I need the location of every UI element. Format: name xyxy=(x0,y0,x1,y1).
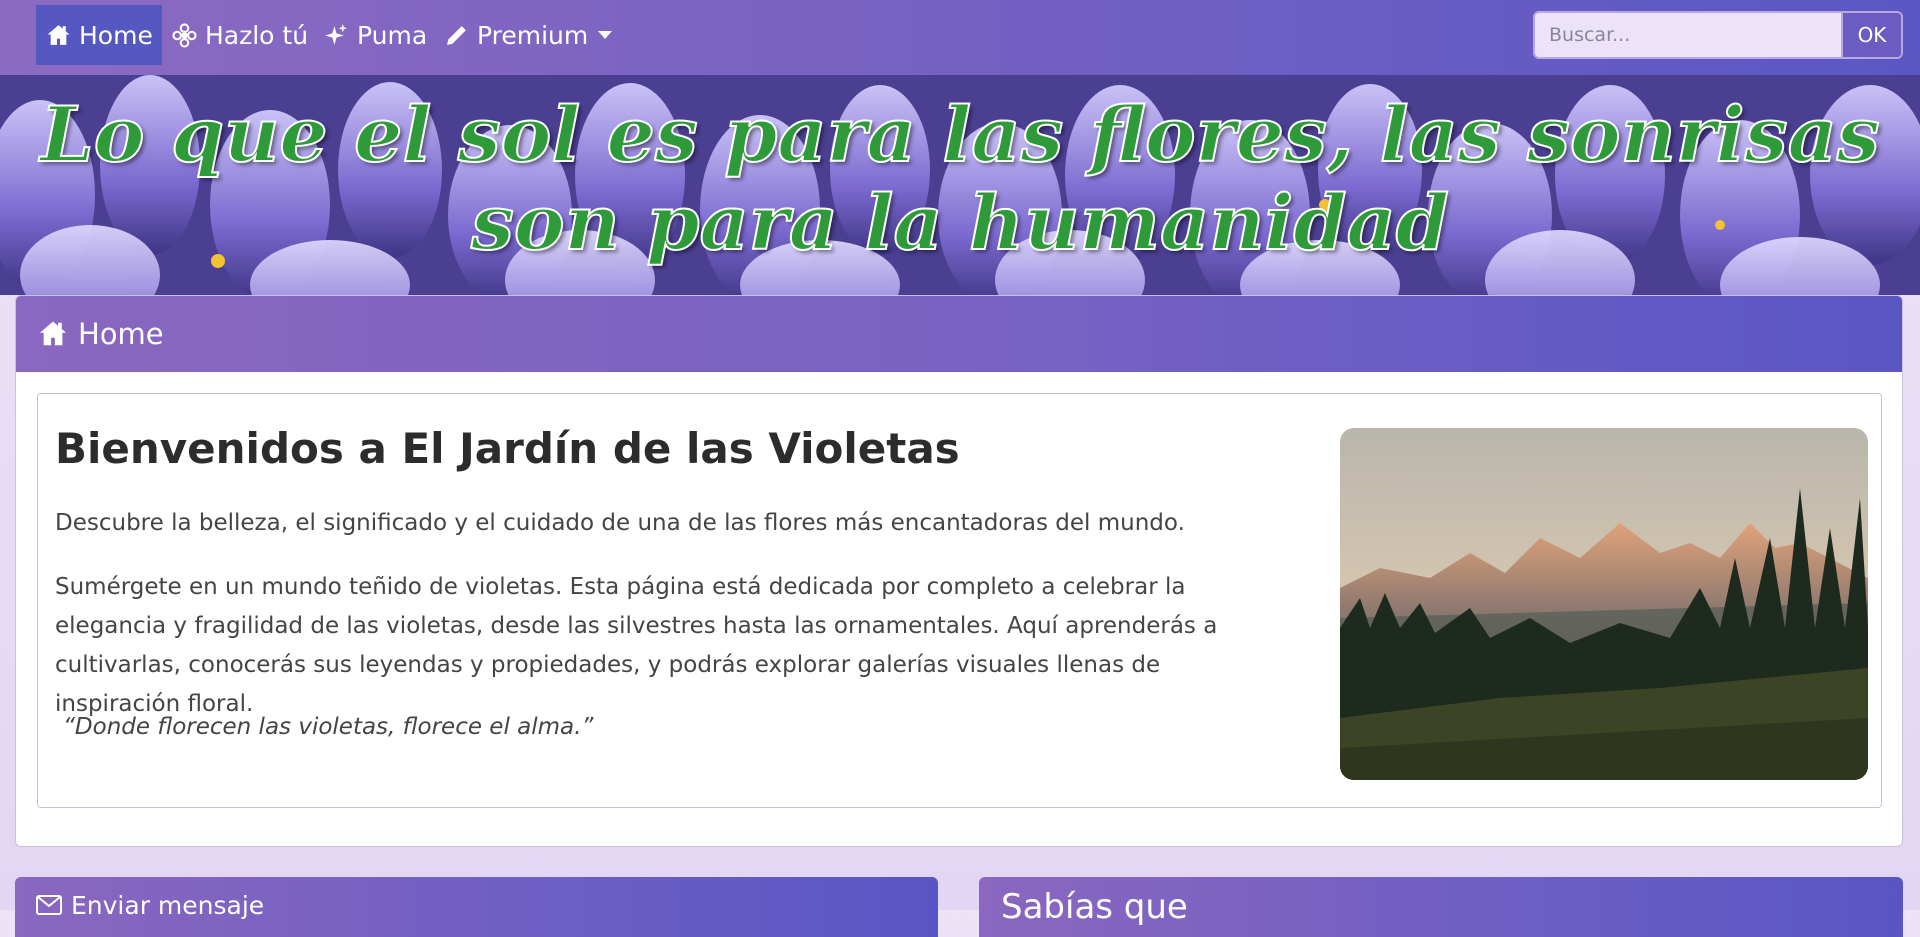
nav-puma-label: Puma xyxy=(357,20,428,50)
nav-home-label: Home xyxy=(79,20,153,50)
welcome-paragraph: Sumérgete en un mundo teñido de violetas… xyxy=(55,574,1218,717)
nav-hazlo-tu-label: Hazlo tú xyxy=(205,20,309,50)
home-card: Home Bienvenidos a El Jardín de las Viol… xyxy=(15,295,1903,847)
card-header: Home xyxy=(16,296,1902,372)
nav-hazlo-tu[interactable]: Hazlo tú xyxy=(162,5,318,65)
welcome-subtitle: Descubre la belleza, el significado y el… xyxy=(55,510,1185,536)
welcome-section: Bienvenidos a El Jardín de las Violetas … xyxy=(37,393,1882,808)
top-navbar: Home Hazlo tú Puma Premium OK xyxy=(0,0,1920,75)
did-you-know-title: Sabías que xyxy=(1001,887,1188,927)
search-form: OK xyxy=(1533,11,1903,59)
banner-quote: Lo que el sol es para las flores, las so… xyxy=(39,90,1880,268)
search-input[interactable] xyxy=(1535,13,1841,57)
send-message-panel: Enviar mensaje xyxy=(15,877,938,937)
search-button[interactable]: OK xyxy=(1841,13,1901,57)
hero-banner: Lo que el sol es para las flores, las so… xyxy=(0,75,1920,295)
nav-puma[interactable]: Puma xyxy=(314,5,437,65)
chevron-down-icon xyxy=(598,31,613,39)
page-title: Bienvenidos a El Jardín de las Violetas xyxy=(55,424,960,473)
send-message-title: Enviar mensaje xyxy=(71,891,265,920)
nav-premium-label: Premium xyxy=(477,20,589,50)
envelope-icon xyxy=(36,895,62,915)
pen-icon xyxy=(447,25,466,45)
welcome-quote: “Donde florecen las violetas, florece el… xyxy=(63,714,594,740)
mountain-landscape-image xyxy=(1340,428,1868,780)
sparkles-icon xyxy=(325,23,347,45)
home-icon xyxy=(39,321,67,346)
did-you-know-panel: Sabías que xyxy=(979,877,1903,937)
nav-premium-dropdown[interactable]: Premium xyxy=(434,5,622,65)
nav-home[interactable]: Home xyxy=(36,5,162,65)
home-icon xyxy=(47,24,70,45)
card-header-title: Home xyxy=(78,317,164,351)
flower-icon xyxy=(172,22,197,48)
